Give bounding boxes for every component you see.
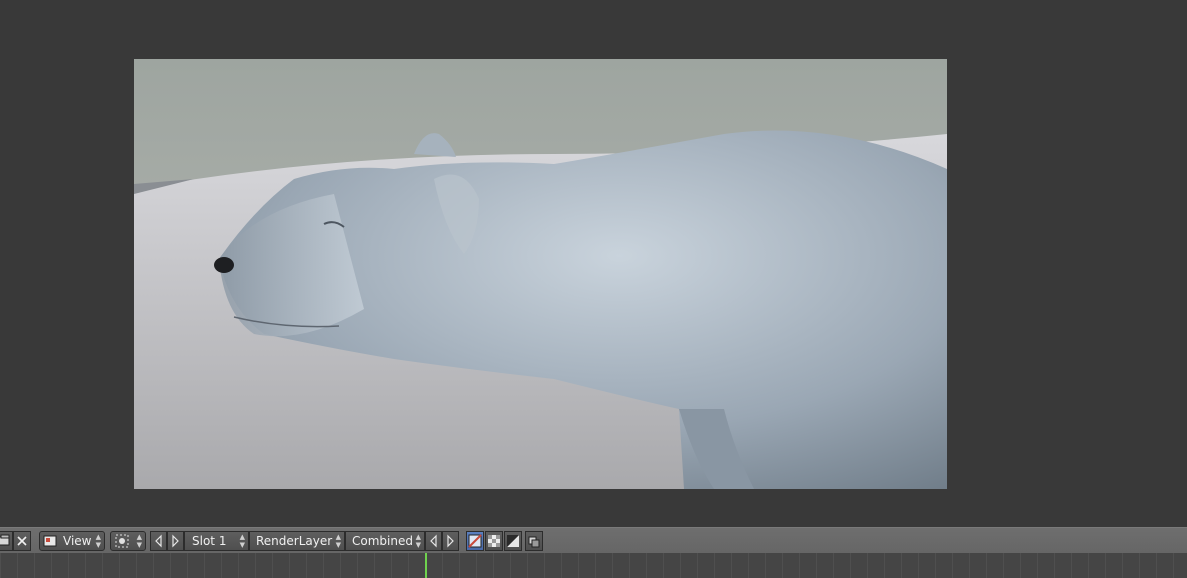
view-menu-label: View bbox=[63, 534, 92, 548]
chevron-left-icon[interactable] bbox=[150, 531, 167, 551]
playhead-cursor[interactable] bbox=[425, 553, 427, 578]
slot-label: Slot 1 bbox=[192, 534, 227, 548]
color-alpha-icon[interactable] bbox=[466, 531, 484, 551]
close-icon[interactable] bbox=[13, 531, 31, 551]
overlay-icon[interactable] bbox=[525, 531, 543, 551]
updown-arrows-icon: ▲ ▼ bbox=[415, 533, 421, 549]
polar-bear-render bbox=[134, 59, 947, 489]
render-layer-label: RenderLayer bbox=[256, 534, 333, 548]
render-result-image bbox=[134, 59, 947, 489]
view-mode-icon bbox=[115, 534, 129, 548]
image-editor-header: View ▲ ▼ ▲ ▼ Slot 1 ▲ ▼ RenderLayer ▲ ▼ Comb… bbox=[0, 527, 1187, 553]
slot-selector[interactable]: Slot 1 ▲ ▼ bbox=[184, 531, 249, 551]
image-editor-icon bbox=[43, 535, 57, 547]
pass-prev-icon[interactable] bbox=[425, 531, 442, 551]
updown-arrows-icon: ▲ ▼ bbox=[239, 533, 245, 549]
render-pass-selector[interactable]: Combined ▲ ▼ bbox=[345, 531, 425, 551]
updown-arrows-icon: ▲ ▼ bbox=[95, 533, 101, 549]
timeline-strip[interactable] bbox=[0, 553, 1187, 578]
chevron-right-icon[interactable] bbox=[167, 531, 184, 551]
view-menu-button[interactable]: View ▲ ▼ bbox=[39, 531, 105, 551]
render-pass-label: Combined bbox=[352, 534, 413, 548]
updown-arrows-icon: ▲ ▼ bbox=[335, 533, 341, 549]
image-browse-icon[interactable] bbox=[0, 531, 13, 551]
updown-arrows-icon: ▲ ▼ bbox=[136, 533, 142, 549]
image-editor-viewport[interactable] bbox=[0, 0, 1187, 527]
zbuffer-icon[interactable] bbox=[504, 531, 522, 551]
view-mode-selector[interactable]: ▲ ▼ bbox=[110, 531, 146, 551]
pass-next-icon[interactable] bbox=[442, 531, 459, 551]
render-layer-selector[interactable]: RenderLayer ▲ ▼ bbox=[249, 531, 345, 551]
alpha-checker-icon[interactable] bbox=[485, 531, 503, 551]
